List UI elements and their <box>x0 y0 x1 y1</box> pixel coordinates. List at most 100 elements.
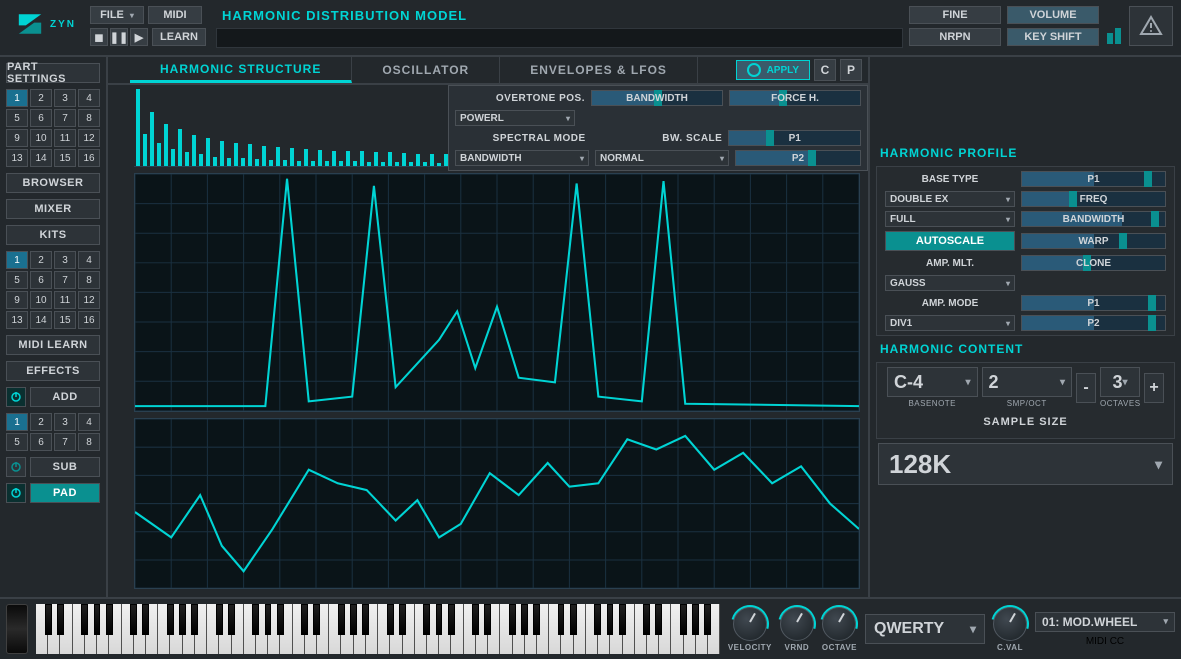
keyshift-button[interactable]: KEY SHIFT <box>1007 28 1099 46</box>
cell-11[interactable]: 11 <box>54 129 76 147</box>
cell-9[interactable]: 9 <box>6 129 28 147</box>
octave-knob[interactable]: OCTAVE <box>822 607 857 652</box>
clone-slider[interactable]: CLONE <box>1021 255 1166 271</box>
powerl-dropdown[interactable]: POWERL <box>455 110 575 126</box>
octaves-value[interactable]: 3 <box>1100 367 1140 397</box>
cell-6[interactable]: 6 <box>30 109 52 127</box>
cell-4[interactable]: 4 <box>78 413 100 431</box>
volume-button[interactable]: VOLUME <box>1007 6 1099 24</box>
cell-10[interactable]: 10 <box>30 129 52 147</box>
part-settings-button[interactable]: PART SETTINGS <box>6 63 100 83</box>
cell-3[interactable]: 3 <box>54 413 76 431</box>
qwerty-dropdown[interactable]: QWERTY <box>865 614 985 644</box>
freq-slider[interactable]: FREQ <box>1021 191 1166 207</box>
cell-8[interactable]: 8 <box>78 109 100 127</box>
cell-8[interactable]: 8 <box>78 433 100 451</box>
full-dropdown[interactable]: FULL <box>885 211 1015 227</box>
add-power[interactable] <box>6 387 26 407</box>
cell-10[interactable]: 10 <box>30 291 52 309</box>
cval-knob[interactable]: C.VAL <box>993 607 1027 652</box>
kits-button[interactable]: KITS <box>6 225 100 245</box>
browser-button[interactable]: BROWSER <box>6 173 100 193</box>
bandwidth-slider[interactable]: BANDWIDTH <box>591 90 723 106</box>
content-graph[interactable] <box>134 418 860 589</box>
cell-5[interactable]: 5 <box>6 109 28 127</box>
midi-button[interactable]: MIDI <box>148 6 202 24</box>
cell-5[interactable]: 5 <box>6 433 28 451</box>
octave-plus[interactable]: + <box>1144 373 1164 403</box>
cell-14[interactable]: 14 <box>30 311 52 329</box>
cell-2[interactable]: 2 <box>30 413 52 431</box>
cell-14[interactable]: 14 <box>30 149 52 167</box>
p1-slider[interactable]: P1 <box>728 130 861 146</box>
keyboard[interactable] <box>36 604 720 654</box>
cell-16[interactable]: 16 <box>78 149 100 167</box>
apply-button[interactable]: APPLY <box>736 60 810 80</box>
cell-9[interactable]: 9 <box>6 291 28 309</box>
mixer-button[interactable]: MIXER <box>6 199 100 219</box>
cell-15[interactable]: 15 <box>54 149 76 167</box>
cell-1[interactable]: 1 <box>6 251 28 269</box>
file-menu[interactable]: FILE <box>90 6 144 24</box>
cell-4[interactable]: 4 <box>78 251 100 269</box>
tab-harmonic-structure[interactable]: HARMONIC STRUCTURE <box>130 57 352 83</box>
cell-11[interactable]: 11 <box>54 291 76 309</box>
smpoct-dropdown[interactable]: 2 <box>982 367 1073 397</box>
forceh-slider[interactable]: FORCE H. <box>729 90 861 106</box>
pad-button[interactable]: PAD <box>30 483 100 503</box>
tab-envelopes[interactable]: ENVELOPES & LFOS <box>500 57 698 83</box>
doubleex-dropdown[interactable]: DOUBLE EX <box>885 191 1015 207</box>
cell-2[interactable]: 2 <box>30 89 52 107</box>
vrnd-knob[interactable]: VRND <box>780 607 814 652</box>
bandwidth-dropdown[interactable]: BANDWIDTH <box>455 150 589 166</box>
gauss-dropdown[interactable]: GAUSS <box>885 275 1015 291</box>
p1-slider-profile[interactable]: P1 <box>1021 171 1166 187</box>
tab-oscillator[interactable]: OSCILLATOR <box>352 57 500 83</box>
cell-8[interactable]: 8 <box>78 271 100 289</box>
velocity-knob[interactable]: VELOCITY <box>728 607 772 652</box>
cell-3[interactable]: 3 <box>54 251 76 269</box>
cell-6[interactable]: 6 <box>30 433 52 451</box>
copy-button[interactable]: C <box>814 59 836 81</box>
nrpn-button[interactable]: NRPN <box>909 28 1001 46</box>
cell-7[interactable]: 7 <box>54 433 76 451</box>
cell-13[interactable]: 13 <box>6 311 28 329</box>
cell-2[interactable]: 2 <box>30 251 52 269</box>
learn-button[interactable]: LEARN <box>152 28 206 46</box>
midilearn-button[interactable]: MIDI LEARN <box>6 335 100 355</box>
cell-7[interactable]: 7 <box>54 109 76 127</box>
cell-1[interactable]: 1 <box>6 89 28 107</box>
cell-12[interactable]: 12 <box>78 291 100 309</box>
autoscale-button[interactable]: AUTOSCALE <box>885 231 1015 251</box>
normal-dropdown[interactable]: NORMAL <box>595 150 729 166</box>
octave-minus[interactable]: - <box>1076 373 1096 403</box>
cell-6[interactable]: 6 <box>30 271 52 289</box>
pitch-wheel[interactable] <box>6 604 28 654</box>
bandwidth-slider-profile[interactable]: BANDWIDTH <box>1021 211 1166 227</box>
paste-button[interactable]: P <box>840 59 862 81</box>
warp-slider[interactable]: WARP <box>1021 233 1166 249</box>
basenote-dropdown[interactable]: C-4 <box>887 367 978 397</box>
cell-16[interactable]: 16 <box>78 311 100 329</box>
profile-graph[interactable] <box>134 173 860 412</box>
pad-power[interactable] <box>6 483 26 503</box>
cell-7[interactable]: 7 <box>54 271 76 289</box>
sub-power[interactable] <box>6 457 26 477</box>
p2-slider[interactable]: P2 <box>735 150 861 166</box>
pp1-slider[interactable]: P1 <box>1021 295 1166 311</box>
stop-button[interactable]: ◼ <box>90 28 108 46</box>
alert-indicator[interactable] <box>1129 6 1173 46</box>
cell-12[interactable]: 12 <box>78 129 100 147</box>
add-button[interactable]: ADD <box>30 387 100 407</box>
fine-button[interactable]: FINE <box>909 6 1001 24</box>
cell-1[interactable]: 1 <box>6 413 28 431</box>
div1-dropdown[interactable]: DIV1 <box>885 315 1015 331</box>
effects-button[interactable]: EFFECTS <box>6 361 100 381</box>
samplesize-dropdown[interactable]: 128K <box>878 443 1173 485</box>
midicc-dropdown[interactable]: 01: MOD.WHEEL <box>1035 612 1175 632</box>
sub-button[interactable]: SUB <box>30 457 100 477</box>
cell-13[interactable]: 13 <box>6 149 28 167</box>
cell-15[interactable]: 15 <box>54 311 76 329</box>
pp2-slider[interactable]: P2 <box>1021 315 1166 331</box>
play-button[interactable]: ▶ <box>130 28 148 46</box>
